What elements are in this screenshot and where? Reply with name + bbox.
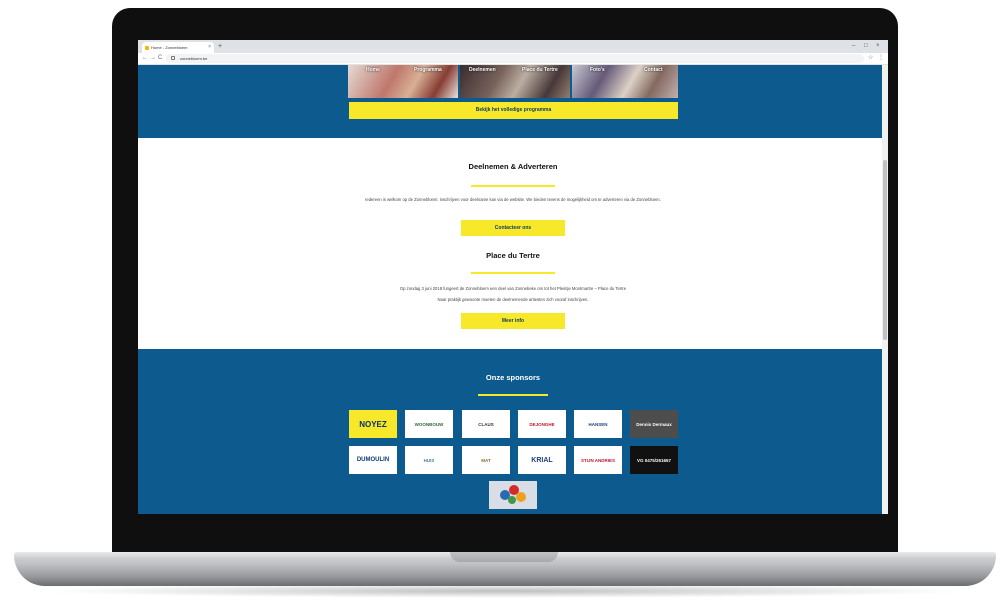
- url-text: zonnebloem.be: [180, 56, 208, 61]
- section-title-place: Place du Tertre: [486, 251, 540, 260]
- url-input[interactable]: zonnebloem.be: [166, 54, 864, 63]
- sponsor-logo[interactable]: [489, 481, 537, 509]
- sponsor-logo[interactable]: KRIAL: [518, 446, 566, 474]
- laptop-shadow: [40, 584, 970, 598]
- sponsor-name: DUMOULIN: [356, 457, 390, 463]
- menu-icon[interactable]: ⋮: [878, 54, 884, 63]
- sponsor-logo[interactable]: NOYEZ: [349, 410, 397, 438]
- sponsor-name: KRIAL: [531, 456, 553, 464]
- more-info-button[interactable]: Meer info: [461, 313, 565, 329]
- sponsor-name: NOYEZ: [359, 419, 387, 429]
- participate-text: Iedereen is welkom op de Zonnebloem: ins…: [365, 197, 661, 202]
- title-underline: [471, 272, 555, 274]
- close-window-button[interactable]: ×: [876, 41, 880, 51]
- sponsor-logo[interactable]: WOONBOUW: [405, 410, 453, 438]
- nav-fotos[interactable]: Foto's: [590, 67, 605, 73]
- circles-logo-icon: [500, 485, 526, 504]
- sponsor-logo[interactable]: DUMOULIN: [349, 446, 397, 474]
- sponsors-underline: [478, 394, 548, 396]
- nav-deelnemen[interactable]: Deelnemen: [469, 67, 496, 73]
- nav-contact[interactable]: Contact: [644, 67, 663, 73]
- sponsor-name: STIJN ANDRIES: [580, 457, 616, 463]
- sponsor-name: CLAUS: [478, 421, 494, 427]
- browser-tab[interactable]: Home - Zonnebloem ×: [142, 42, 214, 53]
- forward-icon[interactable]: →: [150, 53, 156, 64]
- browser-tab-bar: [138, 40, 888, 53]
- sponsor-logo[interactable]: HUIS: [405, 446, 453, 474]
- title-underline: [471, 185, 555, 187]
- nav-home[interactable]: Home: [366, 67, 380, 73]
- sponsor-name: MAT: [481, 457, 491, 463]
- section-title-participate: Deelnemen & Adverteren: [468, 162, 558, 171]
- sponsor-logo[interactable]: MAT: [462, 446, 510, 474]
- place-text-1: Op zondag 3 juni 2018 fungeert de Zonneb…: [399, 286, 627, 291]
- program-button[interactable]: Bekijk het volledige programma: [349, 102, 678, 119]
- nav-programma[interactable]: Programma: [414, 67, 442, 73]
- maximize-button[interactable]: □: [864, 41, 868, 51]
- new-tab-button[interactable]: +: [218, 42, 222, 52]
- sponsor-logo[interactable]: HANSEN: [574, 410, 622, 438]
- minimize-button[interactable]: –: [852, 41, 855, 51]
- sponsor-logo[interactable]: VG 0475/261657: [630, 446, 678, 474]
- tab-close-icon[interactable]: ×: [208, 42, 211, 53]
- sponsor-logo[interactable]: Dennis Dermaux: [630, 410, 678, 438]
- sponsor-logo[interactable]: STIJN ANDRIES: [574, 446, 622, 474]
- sponsor-logo[interactable]: DEJONGHE: [518, 410, 566, 438]
- sponsors-title: Onze sponsors: [485, 373, 541, 382]
- sponsor-logo[interactable]: CLAUS: [462, 410, 510, 438]
- bookmark-star-icon[interactable]: ☆: [868, 54, 873, 63]
- scrollbar-thumb[interactable]: [883, 160, 887, 340]
- sponsor-name: HANSEN: [588, 421, 608, 427]
- contact-button[interactable]: Contacteer ons: [461, 220, 565, 236]
- sponsor-name: HUIS: [423, 457, 435, 463]
- back-icon[interactable]: ←: [142, 53, 148, 64]
- tab-title: Home - Zonnebloem: [151, 45, 188, 50]
- sponsor-name: WOONBOUW: [414, 421, 444, 427]
- place-text-2: Naar praktijk gewoonte moeten de deelnem…: [437, 297, 589, 302]
- nav-place-du-tertre[interactable]: Place du Tertre: [522, 67, 558, 73]
- lock-icon: [171, 56, 175, 60]
- laptop-screen: Home - Zonnebloem × + – □ × ← → C zonneb…: [138, 40, 888, 514]
- reload-icon[interactable]: C: [158, 53, 162, 64]
- sponsor-name: Dennis Dermaux: [636, 421, 672, 427]
- sponsor-name: DEJONGHE: [529, 421, 555, 427]
- laptop-notch: [450, 552, 558, 562]
- favicon-icon: [145, 46, 149, 50]
- sponsor-name: VG 0475/261657: [636, 457, 672, 463]
